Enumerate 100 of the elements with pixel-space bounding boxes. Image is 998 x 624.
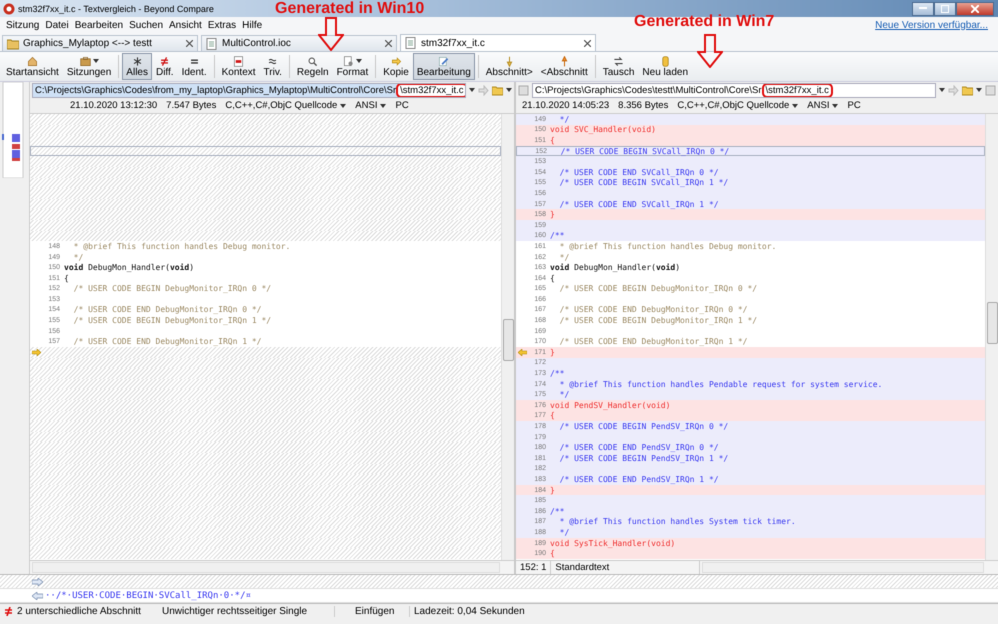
code-text: /* USER CODE END DebugMonitor_IRQn 1 */ xyxy=(72,337,262,346)
toolbar-button[interactable]: <Abschnitt xyxy=(536,53,592,80)
code-text: */ xyxy=(72,252,84,262)
code-text: */ xyxy=(558,252,570,262)
tab[interactable]: MultiControl.ioc xyxy=(201,35,397,51)
toolbar-button[interactable]: Kopie xyxy=(379,53,413,80)
code-text: /* USER CODE BEGIN DebugMonitor_IRQn 0 */ xyxy=(72,284,272,294)
code-text: { xyxy=(64,274,69,283)
whitespace-text: ··/*·USER·CODE·BEGIN·SVCall_IRQn·0·*/¤ xyxy=(45,590,251,600)
close-button[interactable] xyxy=(956,2,994,16)
code-text: * @brief This function handles Debug monitor. xyxy=(558,242,776,251)
toolbar-button[interactable]: Neu laden xyxy=(638,53,692,80)
briefcase-icon xyxy=(80,56,91,66)
code-text: /* USER CODE BEGIN DebugMonitor_IRQn 1 */ xyxy=(558,316,758,326)
asterisk-icon xyxy=(132,56,143,66)
magnifier-icon xyxy=(307,56,318,66)
file-date: 21.10.2020 13:12:30 xyxy=(70,100,158,111)
document-icon xyxy=(405,37,417,49)
close-icon[interactable] xyxy=(186,40,193,47)
menu-item[interactable]: Bearbeiten xyxy=(72,20,126,30)
maximize-button[interactable] xyxy=(934,2,956,16)
code-text: /** xyxy=(550,506,564,516)
toolbar-button[interactable]: Tausch xyxy=(598,53,638,80)
app-icon xyxy=(3,2,15,14)
format-dropdown[interactable]: C,C++,C#,ObjC Quellcode xyxy=(225,100,338,111)
code-text: { xyxy=(550,274,555,283)
scrollbar[interactable] xyxy=(501,114,514,560)
file-name: \stm32f7xx_it.c xyxy=(762,84,833,96)
toolbar-button[interactable]: Startansicht xyxy=(2,53,63,80)
menu-item[interactable]: Hilfe xyxy=(239,20,266,30)
code-text: void PendSV_Handler(void) xyxy=(550,400,670,410)
toolbar-button[interactable]: Format xyxy=(332,53,372,80)
code-text: } xyxy=(550,348,555,357)
code-text: void SysTick_Handler(void) xyxy=(550,538,676,548)
caret-icon xyxy=(792,104,798,108)
arrow-icon[interactable] xyxy=(478,84,489,96)
folder-icon[interactable] xyxy=(962,84,973,96)
code-text: { xyxy=(550,549,555,558)
menu-item[interactable]: Ansicht xyxy=(166,20,205,30)
path-field[interactable]: C:\Projects\Graphics\Codes\testt\MultiControl\Core\Sr \stm32f7xx_it.c xyxy=(532,82,936,98)
code-text: /* USER CODE END DebugMonitor_IRQn 1 */ xyxy=(558,337,748,346)
folder-icon[interactable] xyxy=(492,84,503,96)
toolbar-button[interactable]: Regeln xyxy=(292,53,333,80)
line-ending-label: PC xyxy=(847,100,861,111)
code-text: /* USER CODE BEGIN PendSV_IRQn 1 */ xyxy=(558,454,728,463)
toolbar-button[interactable]: Bearbeitung xyxy=(412,53,475,80)
arrow-icon[interactable] xyxy=(948,84,959,96)
menu-item[interactable]: Datei xyxy=(42,20,72,30)
caret-icon xyxy=(506,88,512,92)
scrollbar[interactable] xyxy=(32,562,500,573)
annotation-arrow xyxy=(318,17,344,51)
close-icon xyxy=(971,4,979,12)
update-link[interactable]: Neue Version verfügbar... xyxy=(875,20,988,30)
toolbar-button[interactable]: Diff. xyxy=(152,53,178,80)
caret-icon xyxy=(832,104,838,108)
code-text: * @brief This function handles System tick timer. xyxy=(558,517,796,526)
status-text: Unwichtiger rechtsseitiger Single xyxy=(161,606,308,617)
scrollbar[interactable] xyxy=(702,562,984,573)
menu-item[interactable]: Suchen xyxy=(126,20,166,30)
format-dropdown[interactable]: C,C++,C#,ObjC Quellcode xyxy=(677,100,790,111)
window-title: stm32f7xx_it.c - Textvergleich - Beyond Compare xyxy=(18,4,214,14)
encoding-dropdown[interactable]: ANSI xyxy=(355,100,378,111)
folder-icon xyxy=(7,38,19,50)
code-text: /* USER CODE END PendSV_IRQn 0 */ xyxy=(558,443,719,452)
code-text: { xyxy=(550,411,555,420)
annotation-arrow xyxy=(697,34,723,68)
toolbar-button[interactable]: Triv. xyxy=(260,53,286,80)
code-text: /* USER CODE END DebugMonitor_IRQn 0 */ xyxy=(558,305,748,314)
caret-icon xyxy=(380,104,386,108)
minimize-icon xyxy=(919,7,927,10)
encoding-dropdown[interactable]: ANSI xyxy=(807,100,830,111)
toolbar-button[interactable]: Abschnitt> xyxy=(482,53,537,80)
tab[interactable]: Graphics_Mylaptop <--> testt xyxy=(2,35,198,51)
code-text: /* USER CODE BEGIN SVCall_IRQn 0 */ xyxy=(560,146,730,156)
toolbar-button[interactable]: Alles xyxy=(122,53,152,80)
file-size: 8.356 Bytes xyxy=(618,100,668,111)
scrollbar[interactable] xyxy=(985,114,998,560)
status-text: Ladezeit: 0,04 Sekunden xyxy=(413,606,526,617)
arrow-left-icon xyxy=(32,592,43,600)
code-text: * @brief This function handles Pendable request for system service. xyxy=(558,380,882,389)
menu-item[interactable]: Sitzung xyxy=(3,20,42,30)
path-field[interactable]: C:\Projects\Graphics\Codes\from_my_laptop\Graphics_Mylaptop\MultiControl\Core\Sr \stm32f7xx_it.c xyxy=(32,82,466,98)
code-text: */ xyxy=(558,114,570,124)
toolbar-button[interactable]: Kontext xyxy=(218,53,260,80)
minimize-button[interactable] xyxy=(912,2,934,16)
close-icon[interactable] xyxy=(584,40,591,46)
toolbar-button[interactable]: Sitzungen xyxy=(62,53,116,80)
code-text: /* USER CODE END SVCall_IRQn 0 */ xyxy=(558,168,719,177)
tab[interactable]: stm32f7xx_it.c xyxy=(400,34,596,51)
file-name: \stm32f7xx_it.c xyxy=(396,84,465,96)
caret-icon xyxy=(976,88,982,92)
file-size: 7.547 Bytes xyxy=(166,100,216,111)
save-icon[interactable] xyxy=(518,84,529,96)
menu-item[interactable]: Extras xyxy=(204,20,240,30)
close-icon[interactable] xyxy=(385,40,392,47)
toolbar-button[interactable]: Ident. xyxy=(178,53,211,80)
save-icon[interactable] xyxy=(985,84,996,96)
code-text: /* USER CODE END DebugMonitor_IRQn 0 */ xyxy=(72,305,262,314)
code-text: /** xyxy=(550,231,564,240)
swap-icon xyxy=(613,56,624,66)
